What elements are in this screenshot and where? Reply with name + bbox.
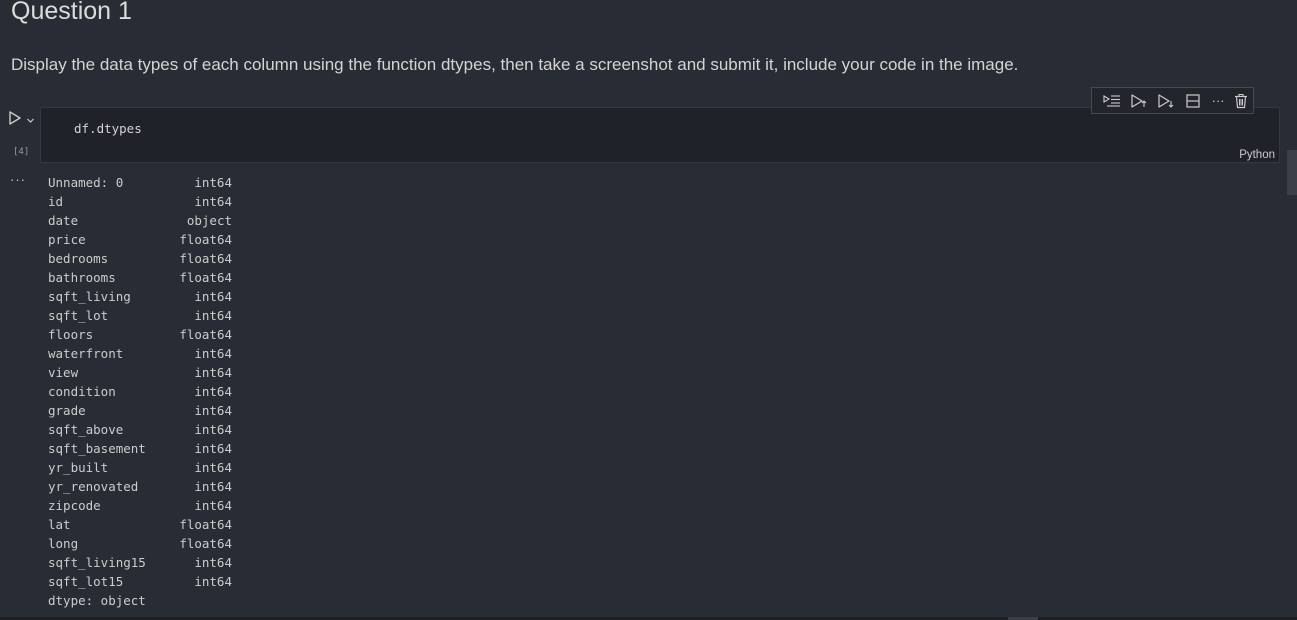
column-dtype: int64	[194, 479, 232, 494]
run-by-line-icon	[1103, 94, 1120, 107]
column-name: bedrooms	[48, 251, 109, 266]
column-dtype: int64	[194, 422, 232, 437]
output-row: sqft_lot15 int64	[48, 572, 232, 591]
output-row: date object	[48, 211, 232, 230]
column-dtype: float64	[179, 232, 232, 247]
cell-language-button[interactable]: Python	[1239, 149, 1275, 161]
markdown-description: Display the data types of each column us…	[11, 55, 1019, 74]
column-name: sqft_lot15	[48, 574, 124, 589]
output-row: long float64	[48, 534, 232, 553]
run-cell-button[interactable]	[8, 111, 22, 125]
column-name: sqft_above	[48, 422, 124, 437]
output-row: sqft_living15 int64	[48, 553, 232, 572]
column-dtype: int64	[194, 498, 232, 513]
column-dtype: float64	[179, 251, 232, 266]
more-actions-button[interactable]: ···	[1207, 89, 1230, 113]
output-row: zipcode int64	[48, 496, 232, 515]
output-row: waterfront int64	[48, 344, 232, 363]
vertical-scrollbar[interactable]	[1287, 150, 1297, 195]
notebook-page: Question 1 Display the data types of eac…	[0, 0, 1297, 620]
run-by-line-button[interactable]	[1098, 89, 1125, 113]
markdown-heading: Question 1	[11, 0, 132, 25]
column-dtype: float64	[179, 536, 232, 551]
column-dtype: int64	[194, 175, 232, 190]
output-row: condition int64	[48, 382, 232, 401]
column-dtype: int64	[194, 403, 232, 418]
cell-output: Unnamed: 0 int64 id int64 date object price flo…	[48, 173, 232, 610]
column-name: yr_renovated	[48, 479, 139, 494]
column-dtype: float64	[179, 517, 232, 532]
column-name: long	[48, 536, 79, 551]
column-name: sqft_living15	[48, 555, 146, 570]
output-row: sqft_lot int64	[48, 306, 232, 325]
column-name: waterfront	[48, 346, 124, 361]
column-name: zipcode	[48, 498, 101, 513]
column-name: price	[48, 232, 86, 247]
column-name: floors	[48, 327, 94, 342]
output-footer: dtype: object	[48, 593, 146, 608]
column-dtype: object	[186, 213, 232, 228]
output-row: grade int64	[48, 401, 232, 420]
run-options-button[interactable]	[26, 112, 35, 123]
output-row: sqft_basement int64	[48, 439, 232, 458]
column-dtype: int64	[194, 365, 232, 380]
column-dtype: float64	[179, 270, 232, 285]
column-dtype: int64	[194, 574, 232, 589]
column-dtype: int64	[194, 308, 232, 323]
output-row: lat float64	[48, 515, 232, 534]
column-name: yr_built	[48, 460, 109, 475]
code-cell-editor[interactable]: df.dtypes Python	[40, 107, 1280, 163]
cell-toolbar: ···	[1091, 87, 1254, 114]
column-name: id	[48, 194, 64, 209]
output-row: bathrooms float64	[48, 268, 232, 287]
output-row: price float64	[48, 230, 232, 249]
output-actions-button[interactable]: ···	[10, 172, 26, 187]
column-name: sqft_living	[48, 289, 131, 304]
output-row: sqft_above int64	[48, 420, 232, 439]
column-dtype: int64	[194, 441, 232, 456]
chevron-down-icon	[27, 118, 34, 123]
output-row: Unnamed: 0 int64	[48, 173, 232, 192]
more-actions-icon: ···	[1211, 93, 1225, 108]
column-dtype: int64	[194, 346, 232, 361]
column-dtype: float64	[179, 327, 232, 342]
delete-icon	[1235, 93, 1248, 108]
column-name: sqft_lot	[48, 308, 109, 323]
column-name: bathrooms	[48, 270, 116, 285]
column-name: condition	[48, 384, 116, 399]
output-row: sqft_living int64	[48, 287, 232, 306]
play-icon	[9, 111, 21, 125]
delete-cell-button[interactable]	[1230, 89, 1253, 113]
execute-above-button[interactable]	[1125, 89, 1152, 113]
column-name: lat	[48, 517, 71, 532]
output-row: yr_renovated int64	[48, 477, 232, 496]
execution-count: [4]	[13, 147, 30, 157]
output-row: yr_built int64	[48, 458, 232, 477]
column-dtype: int64	[194, 555, 232, 570]
column-name: date	[48, 213, 79, 228]
output-row: bedrooms float64	[48, 249, 232, 268]
column-dtype: int64	[194, 289, 232, 304]
execute-below-icon	[1158, 93, 1174, 108]
column-name: view	[48, 365, 79, 380]
output-row: floors float64	[48, 325, 232, 344]
split-cell-icon	[1186, 93, 1200, 108]
column-dtype: int64	[194, 384, 232, 399]
split-cell-button[interactable]	[1179, 89, 1206, 113]
execute-below-button[interactable]	[1152, 89, 1179, 113]
code-line[interactable]: df.dtypes	[74, 121, 142, 136]
column-name: sqft_basement	[48, 441, 146, 456]
output-row: view int64	[48, 363, 232, 382]
column-dtype: int64	[194, 460, 232, 475]
column-name: Unnamed: 0	[48, 175, 124, 190]
output-row: id int64	[48, 192, 232, 211]
column-name: grade	[48, 403, 86, 418]
execute-above-icon	[1131, 93, 1147, 108]
column-dtype: int64	[194, 194, 232, 209]
